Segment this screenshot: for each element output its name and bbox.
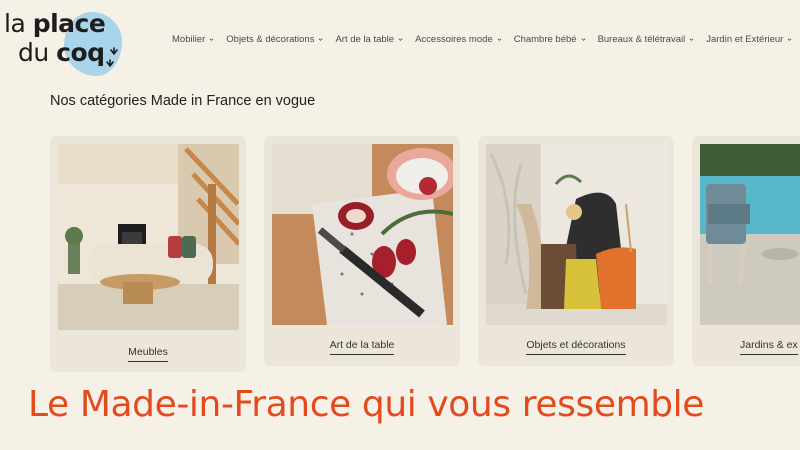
category-label: Objets et décorations: [478, 339, 674, 355]
nav-label: Art de la table: [335, 34, 395, 45]
category-image-objets-decorations: [486, 144, 667, 325]
logo-line-2: du coq: [18, 38, 105, 67]
category-image-art-de-la-table: [272, 144, 453, 325]
nav-label: Bureaux & télétravail: [597, 34, 686, 45]
nav-item-mobilier[interactable]: Mobilier: [172, 34, 214, 45]
chevron-down-icon: [497, 38, 502, 41]
category-card-jardins-exterieur[interactable]: Jardins & ex: [692, 136, 800, 366]
nav-item-accessoires-mode[interactable]: Accessoires mode: [415, 34, 502, 45]
category-label: Jardins & ex: [740, 339, 798, 355]
category-image-meubles: [58, 144, 239, 330]
nav-label: Jardin et Extérieur: [706, 34, 784, 45]
category-label: Art de la table: [264, 339, 460, 355]
category-card-objets-decorations[interactable]: Objets et décorations: [478, 136, 674, 366]
category-card-meubles[interactable]: Meubles: [50, 136, 246, 372]
nav-item-art-de-la-table[interactable]: Art de la table: [335, 34, 403, 45]
nav-item-objets-decorations[interactable]: Objets & décorations: [226, 34, 323, 45]
nav-label: Chambre bébé: [513, 34, 577, 45]
main-nav: Mobilier Objets & décorations Art de la …: [172, 34, 800, 45]
chevron-down-icon: [318, 38, 323, 41]
nav-item-chambre-bebe[interactable]: Chambre bébé: [514, 34, 586, 45]
logo-line-1: la place: [4, 9, 106, 38]
chevron-down-icon: [689, 38, 694, 41]
category-card-art-de-la-table[interactable]: Art de la table: [264, 136, 460, 366]
hero-headline: Le Made-in-France qui vous ressemble: [28, 384, 705, 425]
chevron-down-icon: [398, 38, 403, 41]
nav-item-bureaux-teletravail[interactable]: Bureaux & télétravail: [598, 34, 695, 45]
site-logo[interactable]: la place du coq: [4, 6, 122, 76]
nav-label: Objets & décorations: [226, 34, 315, 45]
nav-item-jardin-exterieur[interactable]: Jardin et Extérieur: [706, 34, 792, 45]
category-label: Meubles: [50, 346, 246, 362]
chevron-down-icon: [209, 38, 214, 41]
rooster-footprints-icon: [106, 47, 118, 67]
chevron-down-icon: [581, 38, 586, 41]
nav-label: Mobilier: [172, 34, 206, 45]
section-title: Nos catégories Made in France en vogue: [50, 93, 316, 109]
category-image-jardins-exterieur: [700, 144, 800, 325]
nav-label: Accessoires mode: [415, 34, 493, 45]
chevron-down-icon: [787, 38, 792, 41]
